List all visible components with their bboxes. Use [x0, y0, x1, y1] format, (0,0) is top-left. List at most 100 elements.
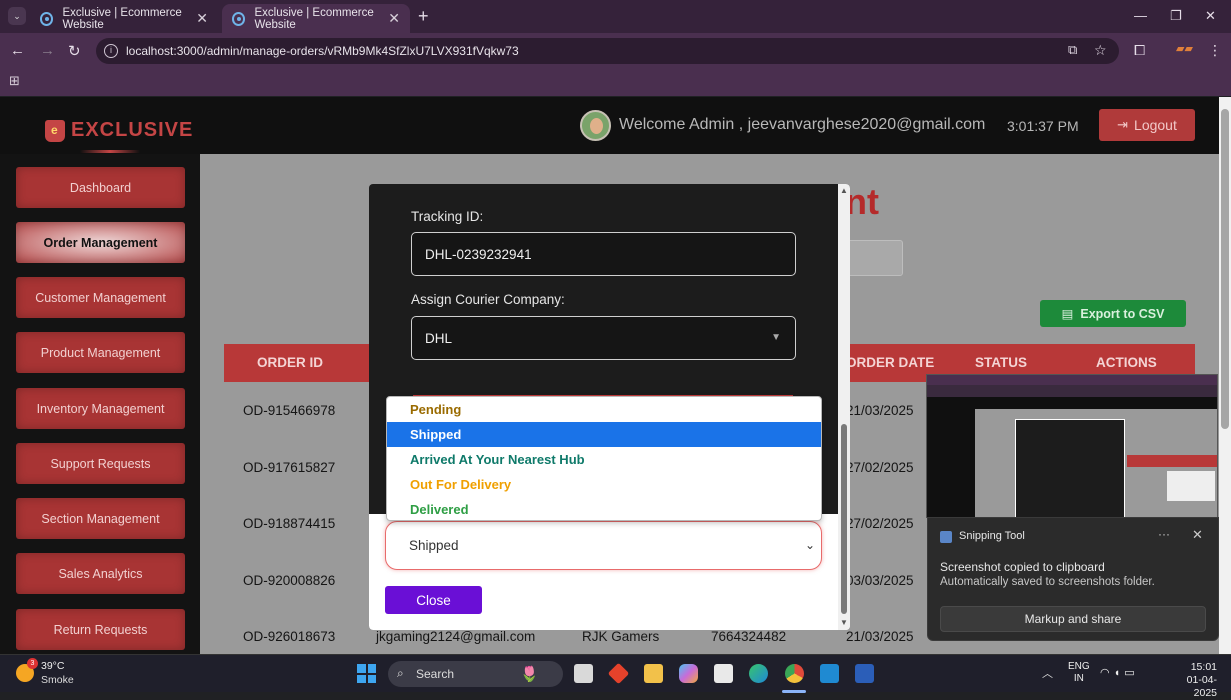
wifi-icon[interactable]: ◠: [1100, 667, 1114, 679]
markup-and-share-button[interactable]: Markup and share: [940, 606, 1206, 632]
minimize-icon[interactable]: —: [1134, 8, 1147, 23]
extensions-icon[interactable]: ⧠: [1134, 42, 1145, 59]
back-icon[interactable]: ←: [10, 42, 25, 59]
chevron-up-icon[interactable]: ︿: [1042, 665, 1053, 681]
close-button[interactable]: Close: [385, 586, 482, 614]
snipping-tool-toast[interactable]: Snipping Tool ··· ✕ Screenshot copied to…: [927, 517, 1219, 641]
th-order-date: ORDER DATE: [846, 355, 935, 370]
chevron-down-icon: ⌄: [804, 538, 815, 552]
sidebar-item-customer-management[interactable]: Customer Management: [16, 277, 185, 318]
browser-tab-1[interactable]: Exclusive | Ecommerce Website ✕: [30, 4, 218, 33]
status-dropdown-list: Pending Shipped Arrived At Your Nearest …: [386, 396, 822, 521]
cell-order-id: OD-926018673: [243, 629, 336, 644]
more-options-icon[interactable]: ···: [1158, 527, 1170, 541]
profile-icon[interactable]: ▰▰: [1176, 42, 1193, 55]
close-toast-icon[interactable]: ✕: [1192, 527, 1203, 543]
weather-temp: 39°C: [41, 660, 65, 672]
forward-icon[interactable]: →: [40, 42, 55, 59]
page-scrollbar[interactable]: [1219, 97, 1231, 654]
sidebar-item-section-management[interactable]: Section Management: [16, 498, 185, 539]
export-csv-button[interactable]: ▤ Export to CSV: [1040, 300, 1186, 327]
menu-icon[interactable]: ⋮: [1208, 42, 1222, 59]
cell-date: 21/03/2025: [846, 629, 914, 644]
close-window-icon[interactable]: ✕: [1205, 8, 1216, 24]
microsoft-store-icon[interactable]: [714, 664, 733, 683]
chrome-icon[interactable]: [785, 664, 804, 683]
file-explorer-icon[interactable]: [644, 664, 663, 683]
copilot-icon[interactable]: [679, 664, 698, 683]
install-app-icon[interactable]: ⧉: [1068, 42, 1077, 58]
sidebar-item-sales-analytics[interactable]: Sales Analytics: [16, 553, 185, 594]
sidebar-item-order-management[interactable]: Order Management: [16, 222, 185, 263]
anydesk-icon[interactable]: [607, 662, 630, 685]
modal-scroll-thumb[interactable]: [841, 424, 847, 614]
toast-app-name: Snipping Tool: [959, 530, 1025, 542]
browser-tab-2[interactable]: Exclusive | Ecommerce Website ✕: [222, 4, 410, 33]
restore-icon[interactable]: ❐: [1170, 8, 1182, 24]
language-indicator[interactable]: ENG IN: [1068, 661, 1090, 685]
sidebar-item-inventory-management[interactable]: Inventory Management: [16, 388, 185, 429]
tracking-id-input[interactable]: DHL-0239232941: [411, 232, 796, 276]
close-tab-icon[interactable]: ✕: [196, 10, 208, 27]
bookmark-star-icon[interactable]: ☆: [1094, 42, 1107, 59]
new-tab-icon[interactable]: +: [418, 6, 429, 27]
th-actions: ACTIONS: [1096, 355, 1157, 370]
avatar: [580, 110, 611, 141]
reload-icon[interactable]: ↻: [68, 42, 81, 60]
vscode-icon[interactable]: [820, 664, 839, 683]
close-tab-icon[interactable]: ✕: [388, 10, 400, 27]
site-info-icon[interactable]: i: [104, 44, 118, 58]
cell-order-id: OD-915466978: [243, 403, 336, 418]
task-view-icon[interactable]: [574, 664, 593, 683]
weather-badge: 3: [27, 658, 38, 669]
scroll-down-icon[interactable]: ▼: [840, 618, 848, 627]
status-option-arrived-hub[interactable]: Arrived At Your Nearest Hub: [387, 447, 821, 472]
sidebar-item-return-requests[interactable]: Return Requests: [16, 609, 185, 650]
scroll-up-icon[interactable]: ▲: [840, 186, 848, 195]
cell-phone: 7664324482: [711, 629, 787, 644]
edge-icon[interactable]: [749, 664, 768, 683]
courier-select[interactable]: DHL ▼: [411, 316, 796, 360]
volume-icon[interactable]: ◖: [1114, 667, 1125, 679]
modal-scrollbar[interactable]: ▲ ▼: [838, 184, 850, 630]
snipping-tool-icon: [940, 531, 952, 543]
react-favicon-icon: [40, 11, 54, 26]
taskbar-search[interactable]: ⌕ Search 🌷: [388, 661, 563, 687]
courier-label: Assign Courier Company:: [411, 292, 565, 307]
sidebar-item-support-requests[interactable]: Support Requests: [16, 443, 185, 484]
start-windows-icon[interactable]: [357, 664, 376, 683]
sidebar-item-dashboard[interactable]: Dashboard: [16, 167, 185, 208]
cell-order-id: OD-920008826: [243, 573, 336, 588]
search-label: Search: [416, 667, 455, 681]
sidebar: Dashboard Order Management Customer Mana…: [0, 154, 200, 654]
tab-list-dropdown-icon[interactable]: ⌄: [8, 7, 26, 25]
apps-grid-icon[interactable]: ⊞: [9, 73, 20, 89]
scroll-thumb[interactable]: [1221, 109, 1229, 429]
toast-subtitle: Automatically saved to screenshots folde…: [940, 576, 1155, 588]
url-text: localhost:3000/admin/manage-orders/vRMb9…: [126, 44, 519, 58]
taskbar-clock[interactable]: 15:01 01-04-2025: [1165, 661, 1217, 700]
tab-title: Exclusive | Ecommerce Website: [62, 6, 182, 31]
screenshot-preview[interactable]: [926, 374, 1218, 518]
logout-label: Logout: [1134, 117, 1177, 133]
system-tray-icons[interactable]: ◠◖▭: [1100, 666, 1139, 679]
logo-text: EXCLUSIVE: [71, 119, 194, 141]
status-option-delivered[interactable]: Delivered: [387, 497, 821, 520]
status-option-pending[interactable]: Pending: [387, 397, 821, 422]
address-bar-row: ← → ↻ i localhost:3000/admin/manage-orde…: [0, 33, 1231, 68]
word-icon[interactable]: [855, 664, 874, 683]
export-label: Export to CSV: [1080, 306, 1165, 321]
battery-icon[interactable]: ▭: [1124, 667, 1138, 679]
status-option-shipped[interactable]: Shipped: [387, 422, 821, 447]
logout-button[interactable]: ⇥ Logout: [1099, 109, 1195, 141]
th-order-id: ORDER ID: [257, 355, 324, 370]
weather-desc: Smoke: [41, 674, 74, 686]
windows-taskbar: 3 39°C Smoke ⌕ Search 🌷 ︿ ENG IN ◠◖▭ 15:…: [0, 654, 1231, 699]
file-icon: ▤: [1061, 307, 1074, 321]
page-title: nt: [845, 181, 879, 222]
cell-date: 27/02/2025: [846, 516, 914, 531]
status-select[interactable]: Shipped ⌄: [385, 521, 822, 570]
status-option-out-for-delivery[interactable]: Out For Delivery: [387, 472, 821, 497]
url-bar[interactable]: i localhost:3000/admin/manage-orders/vRM…: [96, 38, 1119, 64]
sidebar-item-product-management[interactable]: Product Management: [16, 332, 185, 373]
